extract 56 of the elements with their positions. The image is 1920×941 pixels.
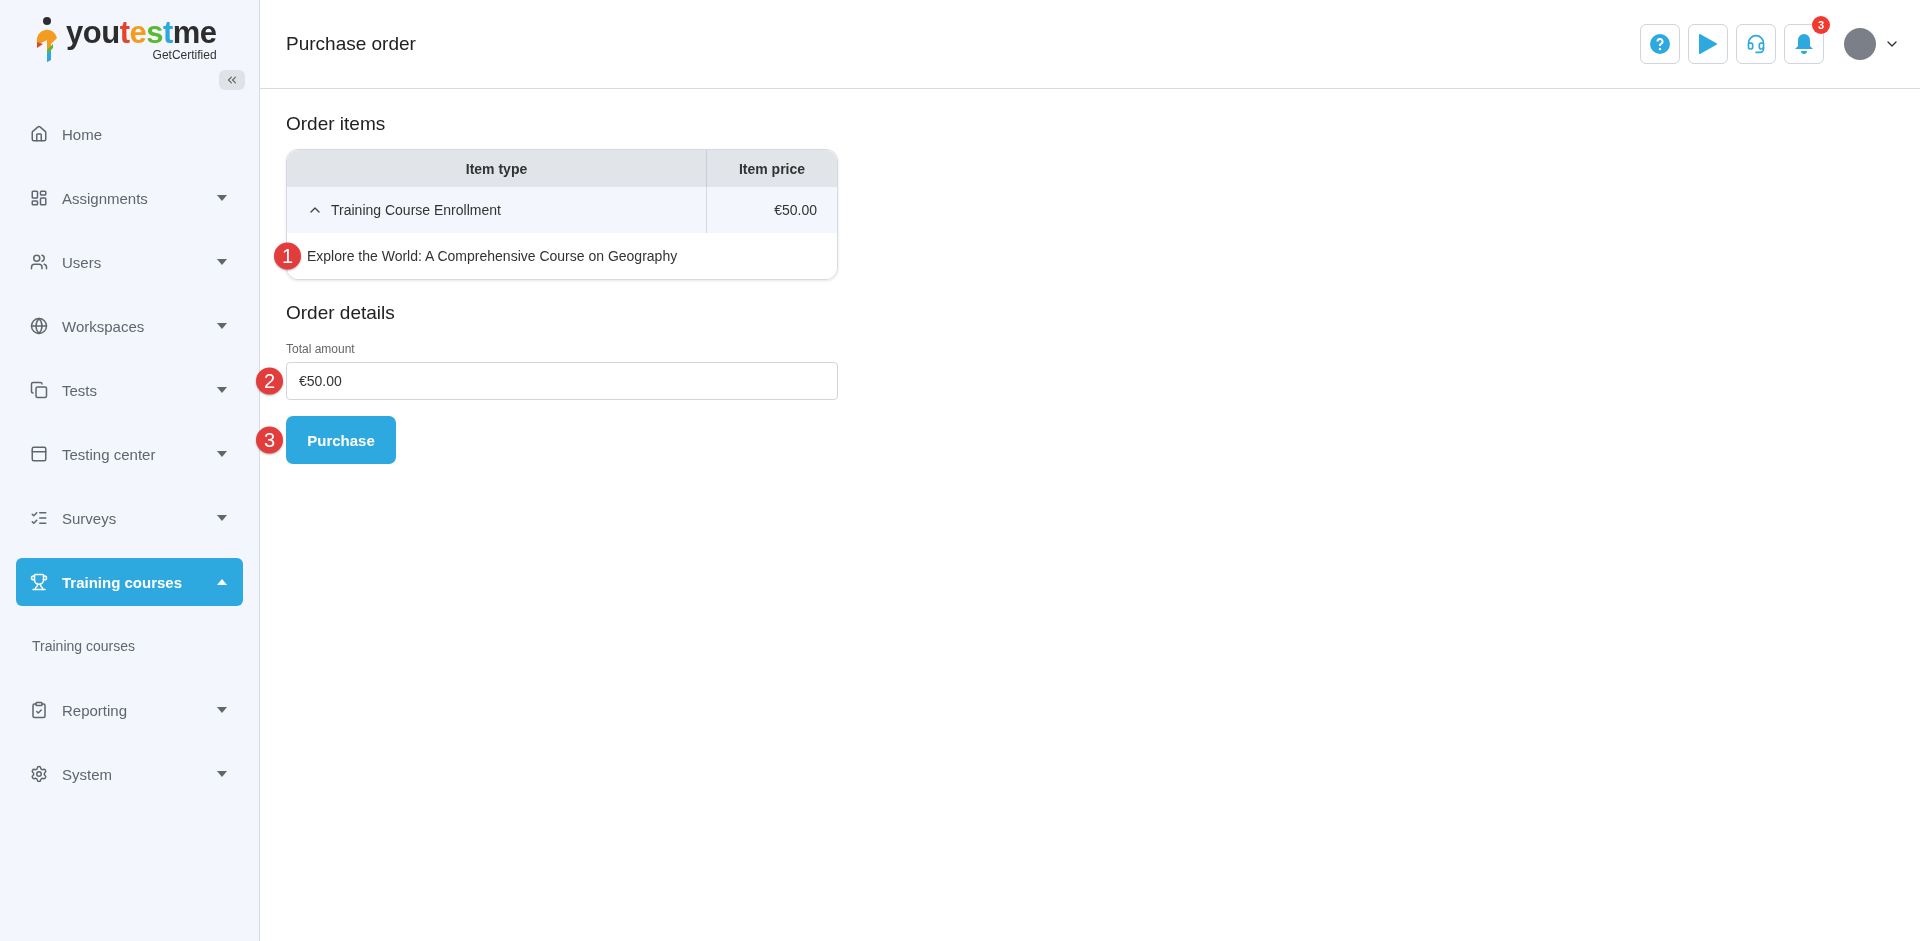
logo-tagline: GetCertified <box>152 48 217 63</box>
column-header: Item price <box>707 150 837 187</box>
sidebar-item[interactable]: Testing center <box>16 430 243 478</box>
support-button[interactable] <box>1736 24 1776 64</box>
section-title: Order items <box>286 113 387 135</box>
section-title: Order details <box>286 302 396 324</box>
total-amount-field[interactable]: €50.00 <box>286 362 838 400</box>
logo-wordmark: youtestme <box>66 16 217 50</box>
annotation-marker: 1 <box>274 242 301 270</box>
sidebar-item[interactable]: Assignments <box>16 174 243 222</box>
sidebar-item[interactable]: System <box>16 750 243 798</box>
caret-icon <box>217 451 227 457</box>
sidebar-item[interactable]: Tests <box>16 366 243 414</box>
caret-icon <box>217 195 227 201</box>
caret-icon <box>217 707 227 713</box>
users-icon <box>30 253 48 271</box>
chevrons-left-icon <box>225 73 239 87</box>
caret-icon <box>217 323 227 329</box>
logo-icon <box>34 16 60 64</box>
column-header: Item type <box>287 150 707 187</box>
list-icon <box>30 509 48 527</box>
dashboard-icon <box>30 189 48 207</box>
play-icon <box>1698 33 1718 55</box>
bell-icon <box>1794 33 1814 55</box>
collapse-sidebar-button[interactable] <box>219 70 245 90</box>
settings-icon <box>30 765 48 783</box>
help-button[interactable] <box>1640 24 1680 64</box>
page-title: Purchase order <box>286 33 417 55</box>
sidebar-item[interactable]: Workspaces <box>16 302 243 350</box>
clipboard-icon <box>30 701 48 719</box>
headset-icon <box>1746 34 1766 54</box>
field-label: Total amount <box>286 342 356 356</box>
sidebar-item[interactable]: Users <box>16 238 243 286</box>
caret-icon <box>217 387 227 393</box>
table-cell: €50.00 <box>707 187 837 233</box>
sidebar-item[interactable]: Reporting <box>16 686 243 734</box>
play-button[interactable] <box>1688 24 1728 64</box>
sidebar-item[interactable]: Surveys <box>16 494 243 542</box>
annotation-marker: 3 <box>256 426 283 454</box>
caret-icon <box>217 771 227 777</box>
home-icon <box>30 125 48 143</box>
notification-count: 3 <box>1812 16 1830 34</box>
globe-icon <box>30 317 48 335</box>
caret-icon <box>217 579 227 585</box>
caret-icon <box>217 259 227 265</box>
sidebar-item[interactable]: Home <box>16 110 243 158</box>
avatar-placeholder[interactable] <box>1844 28 1876 60</box>
help-icon <box>1650 34 1670 54</box>
course-name: Explore the World: A Comprehensive Course on Geography <box>307 248 678 264</box>
annotation-marker: 2 <box>256 367 283 395</box>
copies-icon <box>30 381 48 399</box>
caret-icon <box>217 515 227 521</box>
item-type: Training Course Enrollment <box>331 202 501 218</box>
window-icon <box>30 445 48 463</box>
trophy-icon <box>30 573 48 591</box>
sidebar-subitem[interactable]: Training courses <box>16 622 243 670</box>
